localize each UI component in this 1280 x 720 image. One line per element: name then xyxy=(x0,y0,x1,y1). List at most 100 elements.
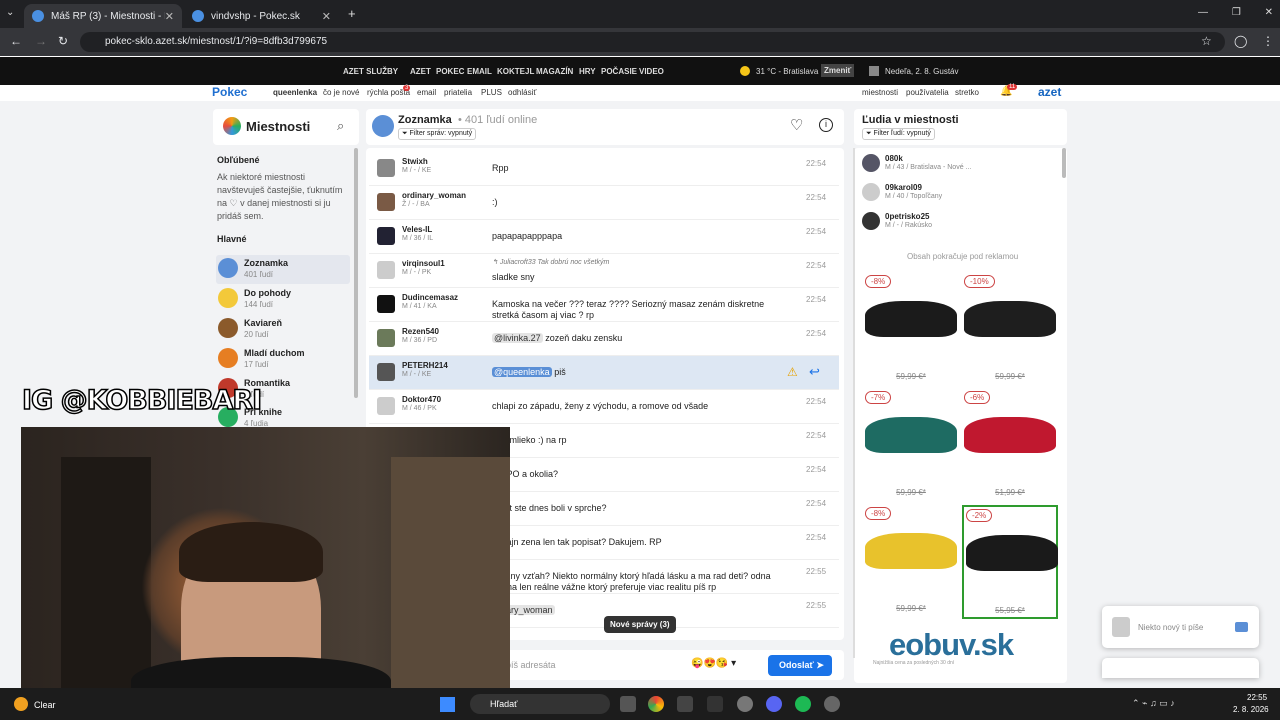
username-link[interactable]: queenlenka xyxy=(273,88,317,97)
chat-message[interactable]: ordinary_woman Ž / - / BA:) 22:54 xyxy=(369,186,839,220)
profile-icon[interactable]: ◯ xyxy=(1234,34,1247,48)
pokec-logo[interactable]: Pokec xyxy=(212,85,247,99)
warning-icon[interactable]: ⚠ xyxy=(787,365,798,379)
eobuv-logo[interactable]: eobuv.sk xyxy=(889,627,1014,663)
chrome-icon[interactable] xyxy=(648,696,664,712)
back-icon[interactable]: ← xyxy=(10,34,22,48)
right-scrollbar[interactable] xyxy=(1062,148,1066,178)
chat-message[interactable]: Rezen540 M / 36 / PD @livinka.27 zozeň dak… xyxy=(369,322,839,356)
message-author[interactable]: ordinary_woman xyxy=(402,191,466,200)
new-tab-button[interactable]: + xyxy=(348,6,356,21)
shoe-ad-item[interactable]: -2% 55,95 €* xyxy=(962,505,1058,619)
search-icon[interactable]: ⌕ xyxy=(337,118,344,134)
avatar[interactable] xyxy=(377,397,395,415)
url-input[interactable]: pokec-sklo.azet.sk/miestnost/1/?i9=8dfb3… xyxy=(80,32,1225,52)
close-window-icon[interactable]: ✕ xyxy=(1265,7,1273,18)
azet-link[interactable]: POKEC xyxy=(436,67,464,76)
recipient-input[interactable]: píš adresáta xyxy=(506,660,556,670)
azet-logo[interactable]: azet xyxy=(1038,85,1061,99)
user-item[interactable]: 080k M / 43 / Bratislava - Nové ... xyxy=(860,150,1050,179)
taskbar-search[interactable]: Hľadať xyxy=(470,694,610,714)
chat-message[interactable]: Doktor470 M / 46 / PK chlapi zo západu, že… xyxy=(369,390,839,424)
avatar[interactable] xyxy=(377,193,395,211)
new-messages-button[interactable]: Nové správy (3) xyxy=(604,616,676,633)
azet-link[interactable]: HRY xyxy=(579,67,596,76)
nav-link[interactable]: PLUS xyxy=(481,88,502,97)
tab-active[interactable]: Máš RP (3) - Miestnosti - Pokec ✕ xyxy=(24,4,182,28)
message-author[interactable]: Doktor470 xyxy=(402,395,441,404)
chat-message[interactable]: Veles-IL M / 36 / IL papapapapppapa 22:54 xyxy=(369,220,839,254)
message-author[interactable]: PETERH214 xyxy=(402,361,448,370)
nav-link[interactable]: čo je nové xyxy=(323,88,359,97)
chat-message[interactable]: virqinsoul1 M / - / PK ↰ Juliacroft33 Tak … xyxy=(369,254,839,288)
shoe-ad-item[interactable]: -7% 59,99 €* xyxy=(863,389,959,503)
avatar[interactable] xyxy=(377,295,395,313)
azet-link[interactable]: AZET xyxy=(410,67,431,76)
spotify-icon[interactable] xyxy=(795,696,811,712)
azet-link[interactable]: KOKTEJL xyxy=(497,67,534,76)
menu-icon[interactable]: ⋮ xyxy=(1262,34,1274,48)
azet-link[interactable]: EMAIL xyxy=(467,67,492,76)
room-item[interactable]: Kaviareň 20 ľudí xyxy=(216,315,350,344)
forward-icon[interactable]: → xyxy=(35,34,47,48)
clock-time[interactable]: 22:55 xyxy=(1247,693,1267,702)
avatar[interactable] xyxy=(377,159,395,177)
chat-message[interactable]: Stwixh M / - / KE Rpp 22:54 xyxy=(369,152,839,186)
tab-inactive[interactable]: vindvshp - Pokec.sk ✕ xyxy=(184,4,339,28)
left-scrollbar[interactable] xyxy=(354,148,358,398)
avatar[interactable] xyxy=(377,363,395,381)
app-icon[interactable] xyxy=(707,696,723,712)
nav-link[interactable]: priatelia xyxy=(444,88,472,97)
file-explorer-icon[interactable] xyxy=(620,696,636,712)
shoe-ad-item[interactable]: -8% 59,99 €* xyxy=(863,273,959,387)
emoji-icons[interactable]: 😜😍😘 ▾ xyxy=(691,658,736,669)
azet-services-menu[interactable]: AZET SLUŽBY xyxy=(343,67,398,76)
restore-icon[interactable]: ❐ xyxy=(1232,7,1241,18)
app-icon[interactable] xyxy=(677,696,693,712)
shoe-ad-item[interactable]: -8% 59,99 €* xyxy=(863,505,959,619)
mention-tag[interactable]: @livinka.27 xyxy=(492,333,543,343)
user-item[interactable]: 0petrisko25 M / - / Rakúsko xyxy=(860,208,1050,237)
clock-date[interactable]: 2. 8. 2026 xyxy=(1233,705,1269,714)
change-weather-button[interactable]: Zmeniť xyxy=(821,64,855,77)
message-author[interactable]: Veles-IL xyxy=(402,225,432,234)
close-tab-icon[interactable]: ✕ xyxy=(322,10,331,23)
avatar[interactable] xyxy=(377,261,395,279)
message-author[interactable]: Rezen540 xyxy=(402,327,439,336)
mention-tag[interactable]: @queenlenka xyxy=(492,367,552,377)
nav-link[interactable]: používatelia xyxy=(906,88,949,97)
room-item[interactable]: Do pohody 144 ľudí xyxy=(216,285,350,314)
nav-link[interactable]: miestnosti xyxy=(862,88,898,97)
new-message-notification[interactable]: Niekto nový ti píše xyxy=(1102,606,1259,648)
discord-icon[interactable] xyxy=(766,696,782,712)
user-item[interactable]: 09karol09 M / 40 / Topoľčany xyxy=(860,179,1050,208)
chat-message[interactable]: PETERH214 M / - / KE @queenlenka piš ⚠ ↩ xyxy=(369,356,839,390)
window-controls[interactable]: — ❐ ✕ xyxy=(1198,7,1273,18)
chat-message[interactable]: Dudincemasaz M / 41 / KA Kamoska na večer … xyxy=(369,288,839,322)
send-button[interactable]: Odoslať ➤ xyxy=(768,655,832,676)
close-tab-icon[interactable]: ✕ xyxy=(165,10,174,23)
reload-icon[interactable]: ↻ xyxy=(58,34,68,48)
shoe-ad-item[interactable]: -10% 59,99 €* xyxy=(962,273,1058,387)
message-author[interactable]: Stwixh xyxy=(402,157,428,166)
shoe-ad-item[interactable]: -6% 51,99 €* xyxy=(962,389,1058,503)
start-icon[interactable] xyxy=(440,697,455,712)
message-filter[interactable]: ⏷ Filter správ: vypnutý xyxy=(398,128,477,140)
reply-icon[interactable]: ↩ xyxy=(809,364,820,380)
nav-link[interactable]: stretko xyxy=(955,88,979,97)
nav-link[interactable]: email xyxy=(417,88,436,97)
message-author[interactable]: virqinsoul1 xyxy=(402,259,445,268)
bookmark-star-icon[interactable]: ☆ xyxy=(1201,34,1212,48)
weather-label[interactable]: Clear xyxy=(34,700,56,710)
azet-link[interactable]: VIDEO xyxy=(639,67,664,76)
avatar[interactable] xyxy=(377,329,395,347)
tab-list-button[interactable]: ⌄ xyxy=(6,7,14,18)
favorite-heart-icon[interactable]: ♡ xyxy=(790,116,803,134)
avatar[interactable] xyxy=(377,227,395,245)
tray-icons[interactable]: ⌃ ⌁ ♫ ▭ ♪ xyxy=(1132,698,1175,709)
message-author[interactable]: Dudincemasaz xyxy=(402,293,458,302)
settings-icon[interactable] xyxy=(737,696,753,712)
info-icon[interactable]: i xyxy=(819,118,833,132)
azet-link[interactable]: POČASIE xyxy=(601,67,637,76)
minimize-icon[interactable]: — xyxy=(1198,7,1208,18)
